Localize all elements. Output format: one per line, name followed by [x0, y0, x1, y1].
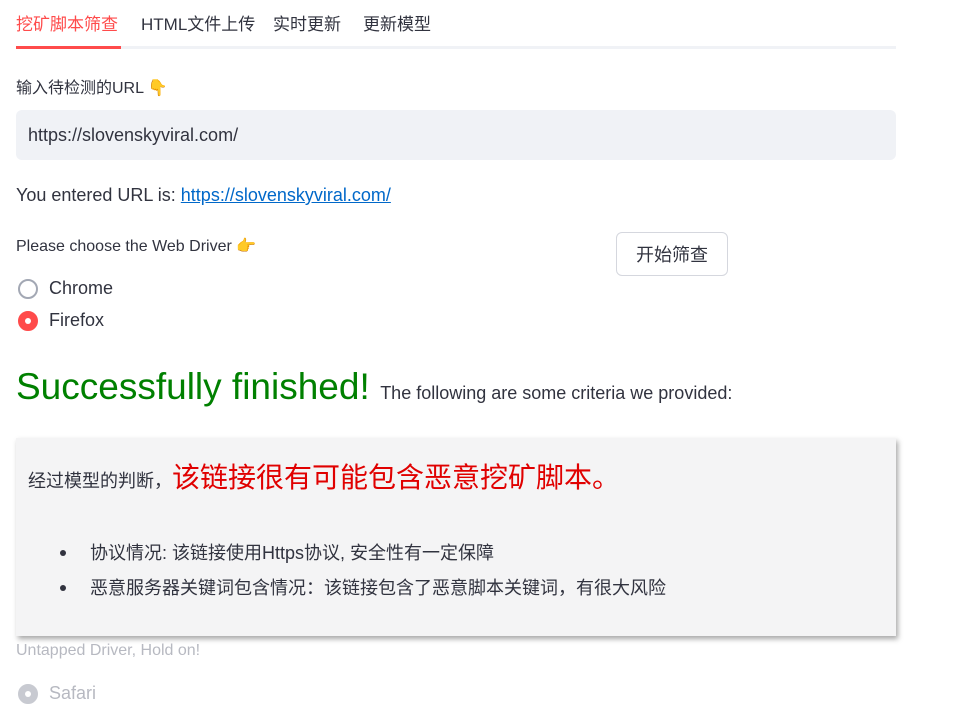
tab-html-upload[interactable]: HTML文件上传	[141, 10, 255, 35]
app-page: 挖矿脚本筛查 HTML文件上传 实时更新 更新模型 输入待检测的URL 👇 Yo…	[0, 0, 953, 711]
radio-unchecked-icon[interactable]	[18, 278, 38, 299]
url-input[interactable]	[16, 110, 896, 160]
tab-realtime-update[interactable]: 实时更新	[273, 10, 341, 35]
active-tab-indicator	[16, 46, 121, 49]
result-panel: 经过模型的判断，该链接很有可能包含恶意挖矿脚本。 协议情况: 该链接使用Http…	[16, 438, 896, 636]
entered-url-prefix: You entered URL is:	[16, 185, 176, 205]
criteria-list: 协议情况: 该链接使用Https协议, 安全性有一定保障 恶意服务器关键词包含情…	[60, 538, 666, 608]
radio-safari-label: Safari	[49, 683, 97, 703]
url-input-label: 输入待检测的URL 👇	[16, 80, 168, 97]
radio-chrome[interactable]: Chrome	[18, 278, 113, 299]
model-judgement: 经过模型的判断，该链接很有可能包含恶意挖矿脚本。	[28, 456, 620, 496]
radio-firefox-label: Firefox	[49, 310, 105, 330]
entered-url-line: You entered URL is: https://slovenskyvir…	[16, 185, 391, 206]
judgement-prefix: 经过模型的判断，	[28, 471, 172, 491]
success-title: Successfully finished!	[16, 366, 370, 407]
tab-bar: 挖矿脚本筛查 HTML文件上传 实时更新 更新模型	[16, 0, 896, 49]
entered-url-link[interactable]: https://slovenskyviral.com/	[181, 185, 391, 205]
success-heading: Successfully finished! The following are…	[16, 366, 732, 408]
web-driver-label: Please choose the Web Driver 👉	[16, 238, 257, 255]
start-screening-button[interactable]: 开始筛查	[616, 232, 728, 276]
tab-update-model[interactable]: 更新模型	[363, 10, 431, 35]
list-item: 恶意服务器关键词包含情况：该链接包含了恶意脚本关键词，有很大风险	[60, 573, 666, 608]
list-item: 协议情况: 该链接使用Https协议, 安全性有一定保障	[60, 538, 666, 573]
success-subtitle: The following are some criteria we provi…	[380, 383, 733, 403]
radio-firefox[interactable]: Firefox	[18, 310, 104, 331]
radio-checked-icon[interactable]	[18, 310, 38, 331]
radio-disabled-icon	[18, 683, 38, 704]
radio-chrome-label: Chrome	[49, 278, 114, 298]
untapped-driver-label: Untapped Driver, Hold on!	[16, 642, 201, 659]
radio-safari: Safari	[18, 683, 96, 704]
judgement-result: 该链接很有可能包含恶意挖矿脚本。	[172, 462, 621, 493]
tab-mining-script-screening[interactable]: 挖矿脚本筛查	[16, 10, 118, 35]
